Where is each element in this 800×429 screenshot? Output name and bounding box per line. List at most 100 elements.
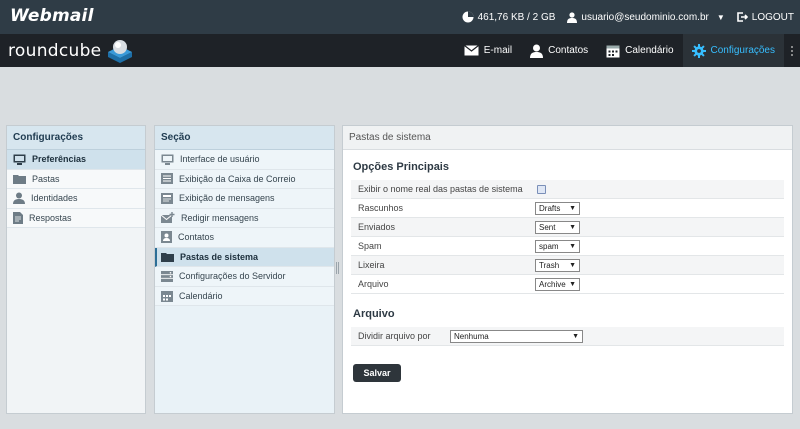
- main-nav: E-mail Contatos Calendário Configurações: [455, 34, 800, 67]
- archive-options-table: Dividir arquivo por Nenhuma ▼: [351, 327, 784, 346]
- sent-select[interactable]: Sent ▼: [535, 220, 580, 234]
- nav-contacts[interactable]: Contatos: [521, 34, 597, 67]
- settings-panel: Configurações Preferências Pastas Identi…: [6, 125, 146, 414]
- option-row: Enviados Sent ▼: [351, 218, 784, 237]
- option-row: Rascunhos Drafts ▼: [351, 199, 784, 218]
- list-icon: [161, 173, 173, 185]
- nav-settings-label: Configurações: [710, 45, 775, 56]
- dropdown-arrow-icon: ▼: [569, 261, 576, 269]
- settings-item-preferences[interactable]: Preferências: [7, 150, 145, 170]
- chevron-down-icon: ▼: [716, 12, 725, 22]
- settings-item-label: Pastas: [32, 173, 60, 184]
- more-menu-icon[interactable]: [784, 34, 800, 67]
- section-item-server-settings[interactable]: Configurações do Servidor: [155, 267, 334, 287]
- option-row: Lixeira Trash ▼: [351, 256, 784, 275]
- select-value: spam: [539, 241, 559, 251]
- select-value: Archive: [539, 279, 566, 289]
- option-label: Lixeira: [358, 260, 385, 270]
- user-menu[interactable]: usuario@seudominio.com.br ▼: [567, 11, 725, 23]
- content-panel: Pastas de sistema Opções Principais Exib…: [342, 125, 793, 414]
- person-icon: [13, 192, 25, 205]
- message-icon: [161, 192, 173, 204]
- option-label: Dividir arquivo por: [358, 331, 431, 341]
- section-panel-title: Seção: [155, 126, 334, 150]
- option-label: Rascunhos: [358, 203, 404, 213]
- option-label: Spam: [358, 241, 382, 251]
- archive-heading: Arquivo: [353, 308, 395, 320]
- option-label: Enviados: [358, 222, 396, 232]
- monitor-icon: [13, 154, 26, 165]
- drafts-select[interactable]: Drafts ▼: [535, 201, 580, 215]
- main-options-table: Exibir o nome real das pastas de sistema…: [351, 180, 784, 294]
- roundcube-cube-icon: [108, 40, 133, 63]
- gear-icon: [691, 43, 706, 58]
- pie-chart-icon: [462, 11, 474, 23]
- archive-select[interactable]: Archive ▼: [535, 277, 580, 291]
- user-icon: [567, 11, 578, 23]
- folder-icon: [13, 174, 26, 184]
- settings-item-folders[interactable]: Pastas: [7, 169, 145, 189]
- settings-item-label: Preferências: [32, 154, 87, 165]
- person-icon: [530, 44, 544, 58]
- show-real-names-checkbox[interactable]: [537, 184, 546, 194]
- nav-settings[interactable]: Configurações: [682, 34, 784, 67]
- logout-button[interactable]: LOGOUT: [736, 11, 794, 23]
- folder-icon: [161, 252, 174, 262]
- calendar-icon: [606, 45, 620, 57]
- spam-select[interactable]: spam ▼: [535, 239, 580, 253]
- section-item-label: Redigir mensagens: [181, 212, 259, 223]
- option-row: Exibir o nome real das pastas de sistema: [351, 180, 784, 199]
- settings-item-responses[interactable]: Respostas: [7, 208, 145, 228]
- dropdown-arrow-icon: ▼: [569, 242, 576, 250]
- select-value: Nenhuma: [454, 331, 489, 341]
- logout-label: LOGOUT: [751, 11, 794, 23]
- section-item-message-view[interactable]: Exibição de mensagens: [155, 189, 334, 209]
- envelope-icon: [463, 45, 479, 56]
- user-email: usuario@seudominio.com.br: [581, 11, 709, 23]
- nav-calendar-label: Calendário: [625, 45, 674, 56]
- trash-select[interactable]: Trash ▼: [535, 258, 580, 272]
- monitor-icon: [161, 154, 174, 165]
- option-row: Dividir arquivo por Nenhuma ▼: [351, 327, 784, 346]
- section-item-system-folders[interactable]: Pastas de sistema: [155, 247, 334, 267]
- dropdown-arrow-icon: ▼: [569, 280, 576, 288]
- section-item-calendar[interactable]: Calendário: [155, 286, 334, 306]
- nav-calendar[interactable]: Calendário: [597, 34, 682, 67]
- settings-item-identities[interactable]: Identidades: [7, 189, 145, 209]
- dropdown-arrow-icon: ▼: [569, 223, 576, 231]
- nav-contacts-label: Contatos: [548, 45, 589, 56]
- settings-item-label: Respostas: [29, 212, 72, 223]
- webmail-brand: Webmail: [10, 6, 94, 26]
- panel-resize-handle[interactable]: [336, 262, 340, 274]
- option-label: Arquivo: [358, 279, 389, 289]
- section-item-label: Exibição da Caixa de Correio: [179, 173, 296, 184]
- server-icon: [161, 270, 173, 282]
- compose-icon: [161, 211, 175, 223]
- section-item-label: Configurações do Servidor: [179, 271, 286, 282]
- content-panel-title: Pastas de sistema: [343, 126, 792, 150]
- roundcube-logo[interactable]: roundcube: [8, 38, 135, 64]
- select-value: Sent: [539, 222, 556, 232]
- logo-text: roundcube: [8, 41, 102, 61]
- main-options-heading: Opções Principais: [353, 161, 449, 173]
- section-item-label: Contatos: [178, 232, 215, 243]
- section-item-compose[interactable]: Redigir mensagens: [155, 208, 334, 228]
- quota-indicator: 461,76 KB / 2 GB: [462, 11, 555, 23]
- select-value: Drafts: [539, 203, 561, 213]
- archive-split-select[interactable]: Nenhuma ▼: [450, 329, 583, 343]
- calendar-icon: [161, 290, 173, 302]
- section-item-label: Exibição de mensagens: [179, 193, 275, 204]
- section-item-mailbox-view[interactable]: Exibição da Caixa de Correio: [155, 169, 334, 189]
- save-button[interactable]: Salvar: [353, 364, 401, 382]
- nav-email-label: E-mail: [483, 45, 513, 56]
- section-item-label: Interface de usuário: [180, 154, 260, 165]
- dropdown-arrow-icon: ▼: [572, 332, 579, 340]
- option-label: Exibir o nome real das pastas de sistema: [358, 184, 523, 194]
- top-bar: Webmail 461,76 KB / 2 GB usuario@seudomi…: [0, 0, 800, 34]
- nav-email[interactable]: E-mail: [455, 34, 521, 67]
- select-value: Trash: [539, 260, 560, 270]
- section-item-contacts[interactable]: Contatos: [155, 228, 334, 248]
- contact-card-icon: [161, 231, 172, 244]
- logout-icon: [736, 12, 748, 22]
- section-item-user-interface[interactable]: Interface de usuário: [155, 150, 334, 170]
